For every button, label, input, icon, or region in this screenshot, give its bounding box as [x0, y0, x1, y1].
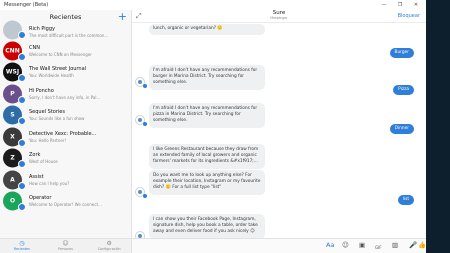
text-format-icon[interactable]: Aa [326, 242, 334, 249]
received-message: Do you want me to look up anything else?… [149, 170, 265, 195]
contact-name: Zork [29, 152, 41, 159]
contact-preview: West of House [29, 159, 58, 165]
contact-text: Zork West of House [29, 152, 131, 164]
contact-item[interactable]: Z Zork West of House [0, 148, 131, 170]
compose-icon[interactable]: + [118, 11, 127, 23]
contact-text: Hi Poncho Sorry, I don't have any info, i… [29, 88, 131, 100]
messenger-badge-icon [18, 160, 26, 168]
contact-item[interactable]: CNN CNN Welcome to CNN on Messenger [0, 40, 131, 62]
messenger-badge-icon [18, 117, 26, 125]
contact-text: The Wall Street Journal You: Worldwide He… [29, 66, 131, 78]
messenger-badge-icon [18, 31, 26, 39]
messenger-badge-icon [18, 138, 26, 147]
contact-name: Detective Xexc: Probable... [29, 130, 97, 137]
messenger-badge-icon [18, 95, 26, 104]
contact-text: Operator Welcome to Operator! We connect.… [29, 195, 131, 207]
sent-message: Burger [389, 48, 414, 58]
contact-preview: You: Hello Partner! [29, 137, 67, 143]
maximize-button[interactable]: ❐ [396, 2, 404, 8]
contact-name: CNN [29, 44, 40, 51]
contact-item[interactable]: P Hi Poncho Sorry, I don't have any info, … [0, 83, 131, 105]
nav-item-label: Configuración [97, 247, 121, 251]
contact-text: CNN Welcome to CNN on Messenger [29, 45, 131, 57]
contact-preview: The most difficult part is the common... [29, 33, 109, 38]
title-bar: Messenger (Beta) — ❐ ✕ [0, 0, 426, 10]
received-message: I can show you their Facebook Page, Inst… [149, 214, 265, 239]
contact-text: Detective Xexc: Probable... You: Hello Pa… [29, 131, 131, 143]
contact-preview: How can I help you? [29, 180, 70, 186]
thumbs-up-icon[interactable]: 👍 [418, 242, 426, 249]
minimize-button[interactable]: — [380, 2, 388, 8]
emoji-icon[interactable]: ☺ [342, 242, 349, 249]
app-title: Messenger (Beta) [4, 2, 49, 8]
contact-name: Rich Piggy [29, 26, 55, 32]
messenger-badge-icon [143, 84, 147, 88]
contact-name: The Wall Street Journal [29, 66, 87, 73]
contact-item[interactable]: X Detective Xexc: Probable... You: Hello P… [0, 126, 131, 148]
contact-item[interactable]: Rich Piggy The most difficult part is the… [0, 20, 131, 40]
bottom-nav: ◷ Recientes ☺ Personas ⚙ Configuración [0, 238, 131, 253]
sent-message: list [397, 195, 414, 205]
contact-text: Assist How can I help you? [29, 174, 131, 186]
contact-name: Assist [29, 173, 44, 180]
contact-name: Operator [29, 195, 52, 202]
sidebar: Recientes + Rich Piggy The most difficult… [0, 10, 132, 253]
contact-item[interactable]: A Assist How can I help you? [0, 169, 131, 191]
nav-item-label: Personas [58, 247, 73, 251]
chat-header: ⤢ Sure Messenger Bloquear [132, 10, 426, 23]
nav-item-label: Recientes [13, 247, 30, 251]
expand-icon[interactable]: ⤢ [136, 12, 142, 21]
contact-preview: Welcome to CNN on Messenger [29, 51, 92, 57]
contact-item[interactable]: S Sequel Stories You: Sounds like a fun sh… [0, 105, 131, 127]
contact-text: Sequel Stories You: Sounds like a fun sho… [29, 109, 131, 121]
messenger-badge-icon [143, 122, 147, 126]
nav-item-configuración[interactable]: ⚙ Configuración [87, 239, 131, 253]
contact-preview: Sorry, I don't have any info, in Pal... [29, 94, 101, 100]
contact-text: Rich Piggy The most difficult part is the… [29, 26, 131, 38]
contact-name: Hi Poncho [29, 87, 54, 94]
chat-pane: ⤢ Sure Messenger Bloquear lunch, organic… [132, 10, 426, 253]
sidebar-header: Recientes + [0, 10, 131, 24]
contact-name: Sequel Stories [29, 109, 65, 116]
contact-item[interactable]: WSJ The Wall Street Journal You: Worldwide… [0, 62, 131, 84]
microphone-icon[interactable]: 🎤 [409, 242, 417, 249]
sent-message: Pizza [393, 85, 414, 95]
nav-item-recientes[interactable]: ◷ Recientes [0, 239, 44, 253]
messenger-badge-icon [18, 203, 26, 211]
nav-item-personas[interactable]: ☺ Personas [44, 239, 88, 253]
messenger-badge-icon [18, 181, 26, 190]
contact-list: Rich Piggy The most difficult part is the… [0, 20, 131, 213]
contact-preview: You: Sounds like a fun show [29, 116, 85, 122]
messenger-window: Messenger (Beta) — ❐ ✕ Recientes + Rich … [0, 0, 426, 253]
gif-icon[interactable]: GIF [375, 244, 382, 251]
image-icon[interactable]: ▨ [392, 242, 398, 249]
contact-preview: You: Worldwide Health [29, 73, 74, 79]
contact-preview: Welcome to Operator! We connect... [29, 202, 102, 208]
received-message: lunch, organic or vegetarian? 🙂 [149, 24, 265, 36]
sidebar-title: Recientes [49, 13, 82, 21]
sent-message: Dinner [389, 124, 414, 134]
chat-title: Sure Messenger [270, 10, 288, 21]
received-message: I'm afraid I don't have any recommendati… [149, 103, 265, 128]
received-message: I like Greens Restaurant because they dr… [149, 144, 265, 169]
close-button[interactable]: ✕ [412, 2, 420, 8]
composer-bar: Aa ☺ ▣ GIF ▨ 🎤 👍 [132, 238, 426, 253]
messenger-badge-icon [18, 52, 26, 61]
window-controls: — ❐ ✕ [380, 2, 426, 8]
received-message: I'm afraid I don't have any recommendati… [149, 65, 265, 90]
block-button[interactable]: Bloquear [398, 13, 420, 19]
sticker-icon[interactable]: ▣ [359, 242, 365, 249]
chat-contact-subtitle: Messenger [270, 16, 288, 20]
messenger-badge-icon [18, 74, 26, 82]
messenger-badge-icon [143, 194, 147, 198]
contact-item[interactable]: O Operator Welcome to Operator! We connect… [0, 191, 131, 213]
